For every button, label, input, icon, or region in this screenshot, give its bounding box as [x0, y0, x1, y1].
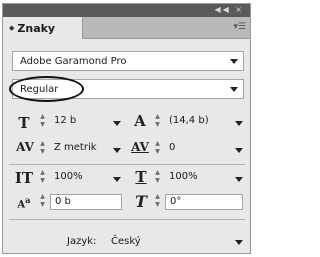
font-size-icon: T: [18, 114, 30, 132]
chevron-down-icon: [230, 87, 238, 92]
skew-field[interactable]: 0°: [165, 194, 243, 210]
tab-arrows-icon[interactable]: ◆: [9, 24, 14, 32]
kerning-field[interactable]: Z metrik: [50, 141, 110, 157]
divider: [9, 164, 245, 165]
kerning-icon: AV: [16, 140, 34, 154]
font-family-dropdown[interactable]: Adobe Garamond Pro: [12, 51, 244, 71]
chevron-down-icon[interactable]: [235, 121, 243, 126]
baseline-shift-icon: Aa: [17, 195, 31, 211]
vertical-scale-icon: IT: [14, 169, 34, 187]
chevron-down-icon[interactable]: [235, 177, 243, 182]
chevron-down-icon[interactable]: [113, 148, 121, 153]
panel-tabstrip: ◆ Znaky ▾☰: [3, 17, 250, 39]
font-family-value: Adobe Garamond Pro: [20, 55, 127, 67]
chevron-down-icon[interactable]: [113, 121, 121, 126]
font-size-stepper[interactable]: ▲ ▼: [39, 113, 46, 131]
tracking-stepper[interactable]: ▲ ▼: [154, 140, 161, 158]
language-label: Jazyk:: [67, 236, 97, 247]
font-size-field[interactable]: 12 b: [50, 114, 110, 130]
tab-label: Znaky: [17, 21, 56, 35]
chevron-down-icon[interactable]: [235, 240, 243, 245]
leading-icon: A: [134, 112, 146, 130]
tracking-field[interactable]: 0: [165, 141, 225, 157]
skew-stepper[interactable]: ▲ ▼: [154, 193, 161, 211]
kerning-stepper[interactable]: ▲ ▼: [39, 140, 46, 158]
divider: [9, 219, 245, 220]
language-dropdown[interactable]: Český: [111, 236, 141, 247]
horizontal-scale-stepper[interactable]: ▲ ▼: [154, 169, 161, 187]
baseline-shift-stepper[interactable]: ▲ ▼: [39, 193, 46, 211]
leading-stepper[interactable]: ▲ ▼: [154, 113, 161, 131]
vertical-scale-field[interactable]: 100%: [50, 170, 110, 186]
baseline-shift-field[interactable]: 0 b: [50, 194, 122, 210]
panel-titlebar: ◀◀ ×: [3, 4, 250, 17]
tracking-icon: AV: [131, 140, 149, 154]
horizontal-scale-icon: T: [135, 168, 147, 186]
panel-menu-icon[interactable]: ▾☰: [230, 22, 246, 33]
skew-icon: T: [135, 192, 147, 211]
tab-znaky[interactable]: ◆ Znaky: [3, 17, 83, 39]
character-panel: ◀◀ × ◆ Znaky ▾☰ Adobe Garamond Pro Regul…: [2, 3, 251, 254]
vertical-scale-stepper[interactable]: ▲ ▼: [39, 169, 46, 187]
leading-field[interactable]: (14,4 b): [165, 114, 225, 130]
highlight-oval: [9, 76, 84, 102]
horizontal-scale-field[interactable]: 100%: [165, 170, 225, 186]
panel-controls[interactable]: ◀◀ ×: [214, 5, 244, 14]
chevron-down-icon[interactable]: [113, 177, 121, 182]
chevron-down-icon[interactable]: [235, 148, 243, 153]
chevron-down-icon: [230, 59, 238, 64]
